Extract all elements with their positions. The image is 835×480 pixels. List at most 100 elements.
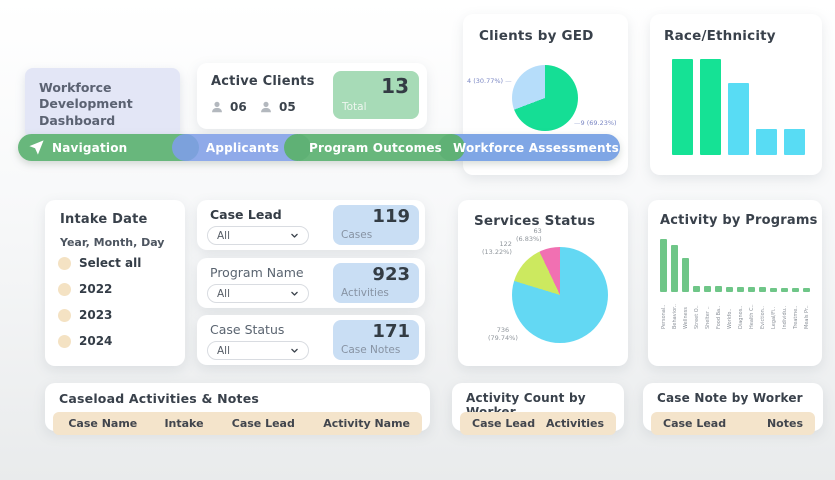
- nav-tab-applicants[interactable]: Applicants: [186, 134, 299, 161]
- intake-date-filter-card: Intake Date Year, Month, Day Select all …: [45, 200, 185, 366]
- bar-label: Personal..: [661, 295, 667, 329]
- bar-stack: [770, 239, 777, 292]
- bar-column: [700, 59, 721, 155]
- bar-label: Behavior..: [672, 295, 678, 329]
- activity-by-programs-bar-chart: Personal.. Behavior.. Wellness Street O.. Sh…: [660, 239, 810, 329]
- client-count-value: 05: [279, 100, 296, 114]
- program-name-dropdown[interactable]: All: [207, 284, 309, 303]
- activities-label: Activities: [341, 287, 389, 299]
- bar-stack: [759, 239, 766, 292]
- nav-separator-dot: [284, 134, 311, 161]
- caseload-table-title: Caseload Activities & Notes: [59, 391, 259, 406]
- bar-column: Workfo..: [726, 239, 733, 329]
- bar: [672, 59, 693, 155]
- case-notes-count: 171: [372, 321, 410, 342]
- case-status-dropdown[interactable]: All: [207, 341, 309, 360]
- bar: [748, 287, 755, 292]
- bar-column: Wellness: [682, 239, 689, 329]
- dropdown-value: All: [217, 288, 230, 300]
- intake-date-subtitle: Year, Month, Day: [60, 236, 164, 249]
- bar-stack: [671, 239, 678, 292]
- bar-column: [784, 59, 805, 155]
- chevron-down-icon: [290, 231, 299, 240]
- bar-column: Legal/Fi..: [770, 239, 777, 329]
- table-header-row: Case Lead Notes: [651, 412, 815, 435]
- bar: [726, 287, 733, 292]
- bar-label: Shelter ..: [705, 295, 711, 329]
- user-icon: [259, 100, 273, 114]
- activities-stat-badge: 923 Activities: [333, 263, 419, 303]
- nav-separator-dot: [172, 134, 199, 161]
- bar-stack: [660, 239, 667, 292]
- ged-slice-label: 4 (30.77%): [467, 77, 512, 85]
- bar-stack: [726, 239, 733, 292]
- bar-column: Individu..: [781, 239, 788, 329]
- bar: [759, 287, 766, 292]
- bar-stack: [792, 239, 799, 292]
- case-notes-stat-badge: 171 Case Notes: [333, 320, 419, 360]
- cases-label: Cases: [341, 229, 372, 241]
- nav-tab-label: Workforce Assessments: [453, 141, 619, 155]
- dashboard-title-card: Workforce Development Dashboard: [25, 68, 180, 138]
- bar-label: Food Ba..: [716, 295, 722, 329]
- bar: [803, 288, 810, 292]
- bar: [770, 288, 777, 292]
- nav-tab-label: Program Outcomes: [309, 141, 442, 155]
- bar-stack: [693, 239, 700, 292]
- bar: [756, 129, 777, 155]
- dropdown-value: All: [217, 230, 230, 242]
- clients-by-ged-title: Clients by GED: [479, 28, 594, 44]
- program-name-filter-title: Program Name: [210, 265, 304, 280]
- active-clients-card: Active Clients 06 05 13 Total: [197, 63, 427, 129]
- intake-option-2022[interactable]: 2022: [58, 282, 112, 296]
- bar-label: Eviction..: [760, 295, 766, 329]
- intake-option-select-all[interactable]: Select all: [58, 256, 141, 270]
- radio-icon: [58, 309, 71, 322]
- intake-option-label: 2022: [79, 282, 112, 296]
- nav-tab-navigation[interactable]: Navigation: [18, 134, 186, 161]
- case-lead-dropdown[interactable]: All: [207, 226, 309, 245]
- intake-option-2023[interactable]: 2023: [58, 308, 112, 322]
- bar: [784, 129, 805, 155]
- cases-count: 119: [372, 206, 410, 227]
- client-count-value: 06: [230, 100, 247, 114]
- bar-column: Street O..: [693, 239, 700, 329]
- bar-column: Behavior..: [671, 239, 678, 329]
- column-header: Activities: [546, 417, 604, 430]
- bar-label: Health C..: [749, 295, 755, 329]
- bar-column: [672, 59, 693, 155]
- intake-date-title: Intake Date: [60, 212, 148, 227]
- bar-stack: [803, 239, 810, 292]
- bar: [792, 288, 799, 292]
- bar-column: Food Ba..: [715, 239, 722, 329]
- radio-icon: [58, 257, 71, 270]
- bar: [704, 286, 711, 292]
- activity-count-by-worker-table: Activity Count by Worker Case Lead Activ…: [452, 383, 624, 431]
- case-status-filter-title: Case Status: [210, 322, 284, 337]
- column-header: Case Lead: [472, 417, 535, 430]
- case-lead-filter-card: Case Lead All 119 Cases: [197, 200, 425, 250]
- client-count-group-2: 05: [259, 100, 296, 114]
- active-clients-title: Active Clients: [211, 74, 315, 89]
- services-slice-label: 736 (79.74%): [488, 326, 518, 342]
- bar-column: Personal..: [660, 239, 667, 329]
- radio-icon: [58, 335, 71, 348]
- cases-stat-badge: 119 Cases: [333, 205, 419, 245]
- bar-stack: [781, 239, 788, 292]
- race-ethnicity-card: Race/Ethnicity: [650, 14, 822, 175]
- chevron-down-icon: [290, 346, 299, 355]
- case-note-by-worker-table: Case Note by Worker Case Lead Notes: [643, 383, 823, 431]
- nav-tab-label: Applicants: [206, 141, 279, 155]
- navigation-bar: Navigation Applicants Program Outcomes W…: [18, 134, 620, 161]
- bar: [660, 239, 667, 292]
- dropdown-value: All: [217, 345, 230, 357]
- chevron-down-icon: [290, 289, 299, 298]
- bar: [728, 83, 749, 155]
- nav-tab-workforce-assessments[interactable]: Workforce Assessments: [452, 134, 620, 161]
- ged-pie-chart: [512, 65, 578, 131]
- bar-column: Shelter ..: [704, 239, 711, 329]
- activity-by-programs-card: Activity by Programs Personal..Behavior.…: [648, 200, 822, 366]
- nav-tab-program-outcomes[interactable]: Program Outcomes: [299, 134, 452, 161]
- intake-option-2024[interactable]: 2024: [58, 334, 112, 348]
- intake-option-label: 2024: [79, 334, 112, 348]
